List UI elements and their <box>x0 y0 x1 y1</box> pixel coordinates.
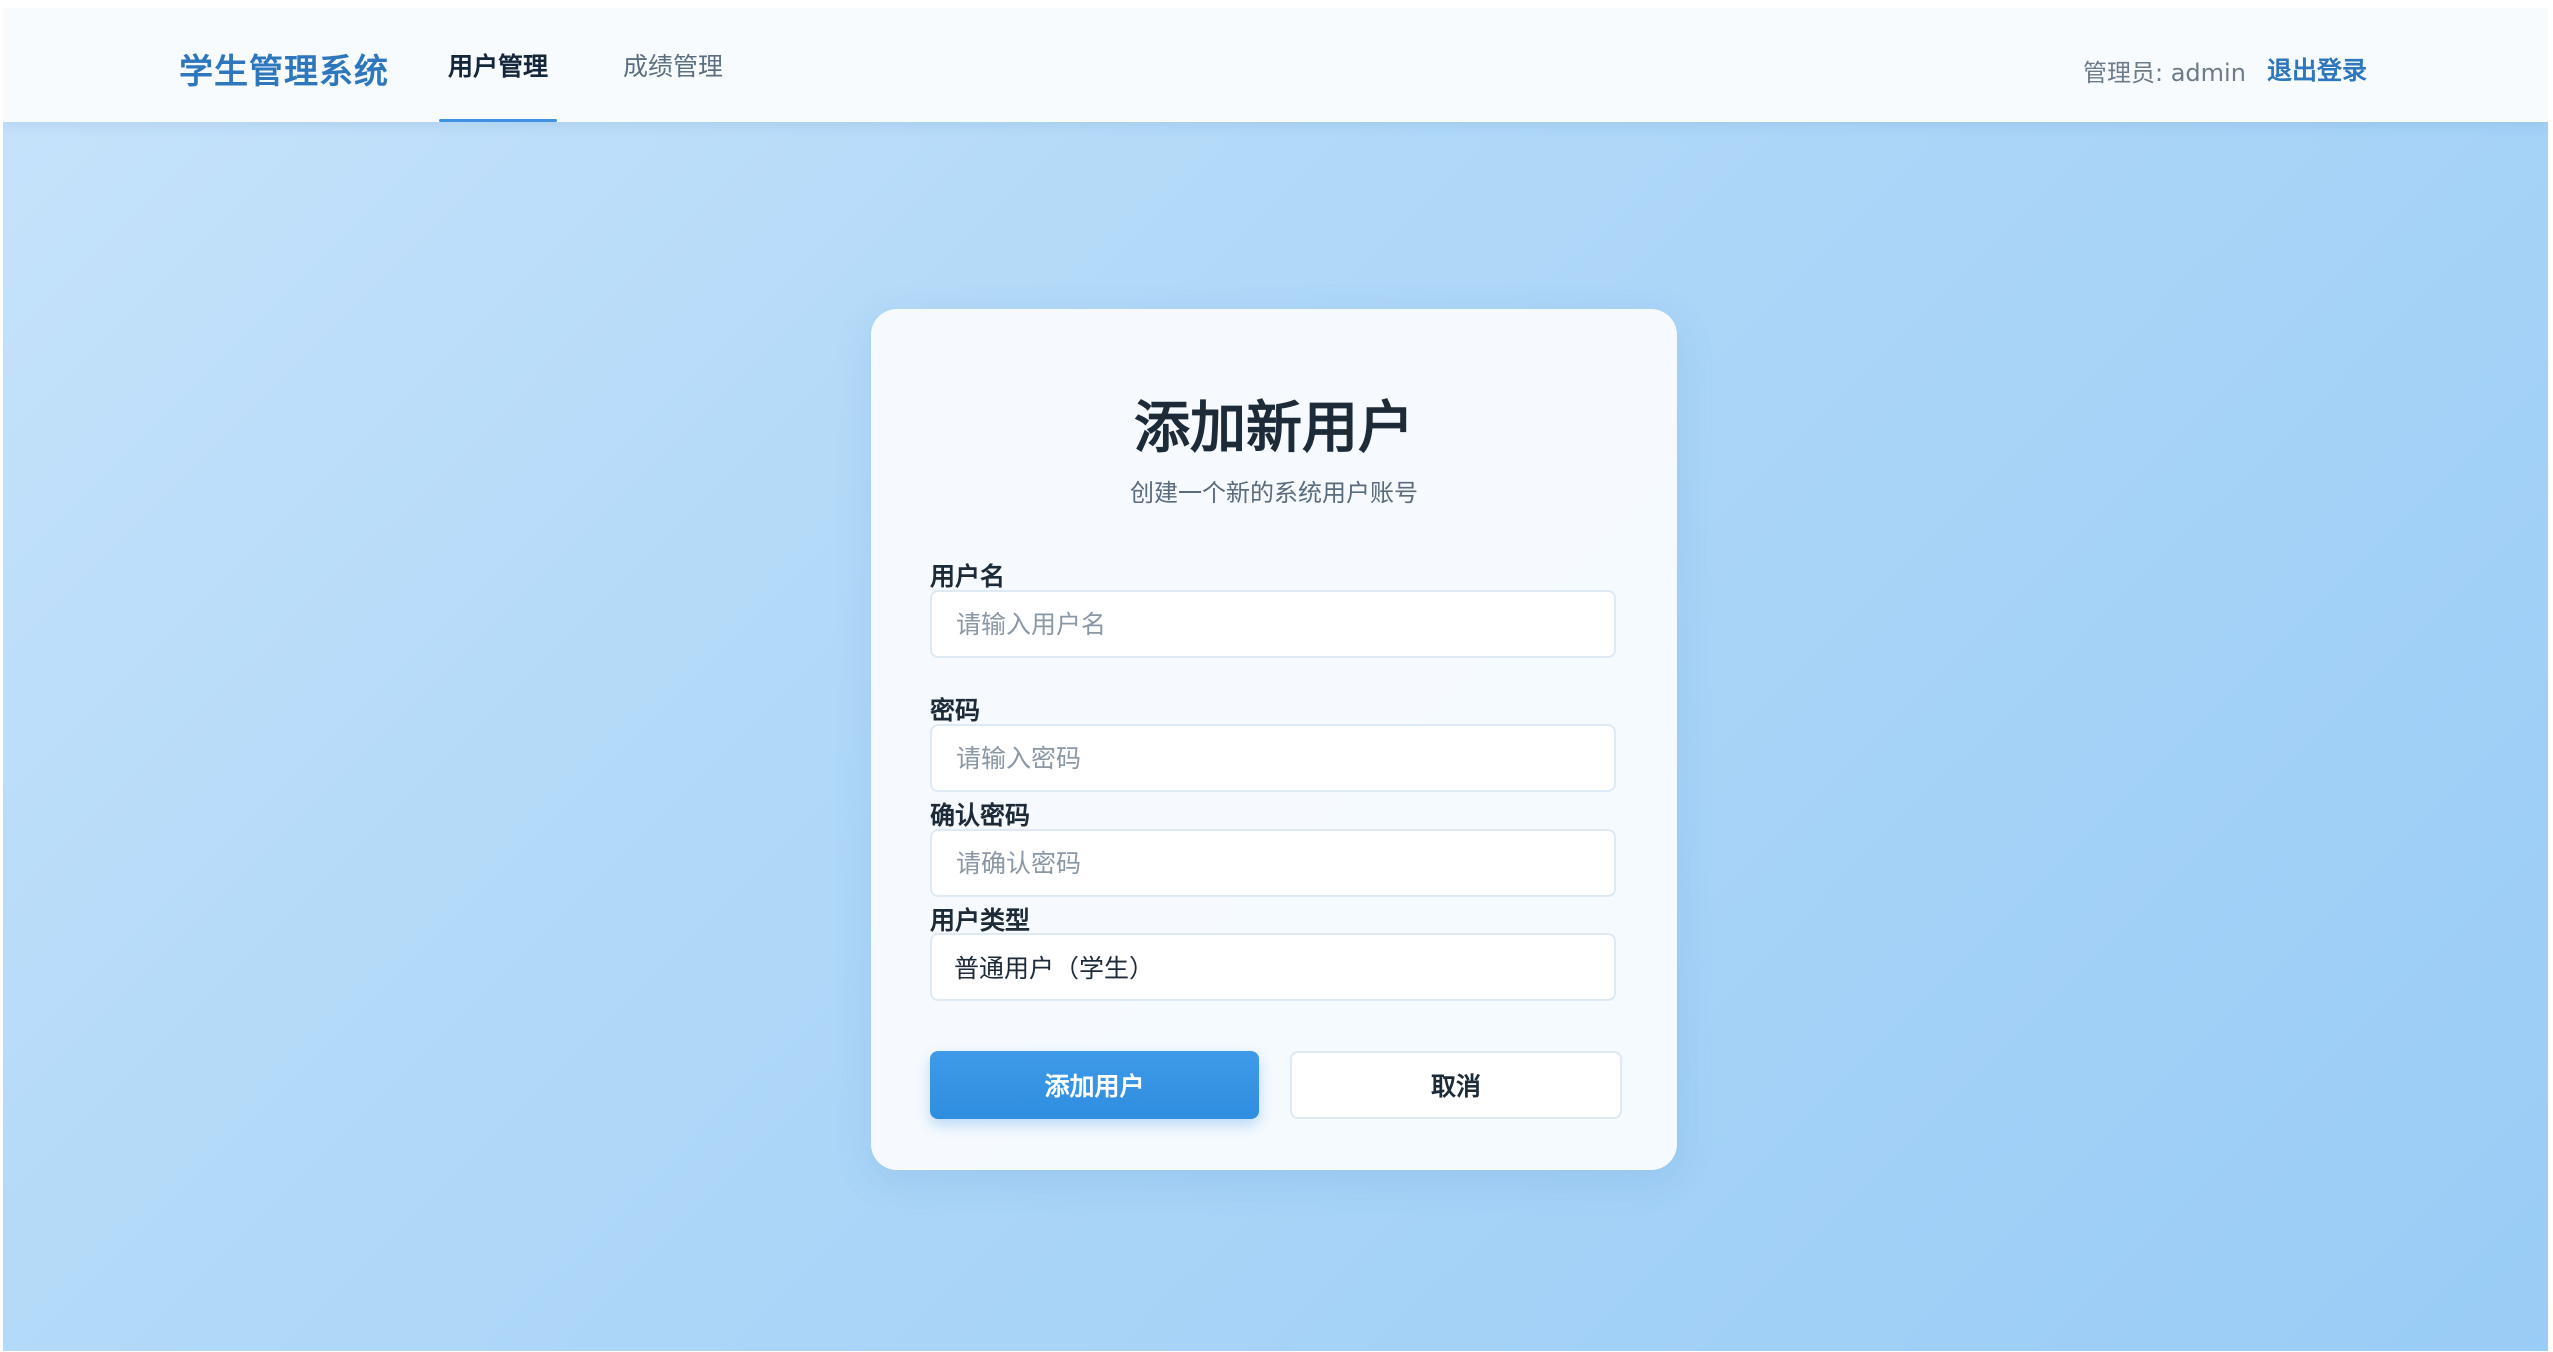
page-subtitle: 创建一个新的系统用户账号 <box>1130 479 1418 507</box>
tab-grade-management[interactable]: 成绩管理 <box>613 8 733 122</box>
password-input[interactable] <box>930 724 1616 792</box>
logout-link[interactable]: 退出登录 <box>2267 51 2367 87</box>
confirm-password-input[interactable] <box>930 829 1616 897</box>
tab-user-management-label: 用户管理 <box>447 52 548 81</box>
brand-title[interactable]: 学生管理系统 <box>179 44 389 93</box>
current-admin-label: 管理员: admin <box>2083 59 2246 87</box>
page-title: 添加新用户 <box>1134 396 1414 461</box>
username-input[interactable] <box>930 590 1616 658</box>
user-type-select[interactable]: 普通用户（学生） <box>930 933 1616 1001</box>
add-user-button[interactable]: 添加用户 <box>930 1051 1259 1119</box>
password-label: 密码 <box>930 696 981 725</box>
username-label: 用户名 <box>930 562 1006 591</box>
app-window: 学生管理系统 用户管理 成绩管理 管理员: admin 退出登录 添加新用户 创… <box>3 8 2548 1351</box>
tab-user-management[interactable]: 用户管理 <box>439 8 557 122</box>
cancel-button[interactable]: 取消 <box>1290 1051 1622 1119</box>
user-type-label: 用户类型 <box>930 906 1031 935</box>
add-user-card: 添加新用户 创建一个新的系统用户账号 用户名 密码 确认密码 用户类型 普通用户… <box>871 309 1677 1170</box>
tab-grade-management-label: 成绩管理 <box>622 52 723 81</box>
user-type-selected-value: 普通用户（学生） <box>954 954 1155 983</box>
top-navbar: 学生管理系统 用户管理 成绩管理 管理员: admin 退出登录 <box>3 8 2548 122</box>
confirm-password-label: 确认密码 <box>930 801 1031 830</box>
